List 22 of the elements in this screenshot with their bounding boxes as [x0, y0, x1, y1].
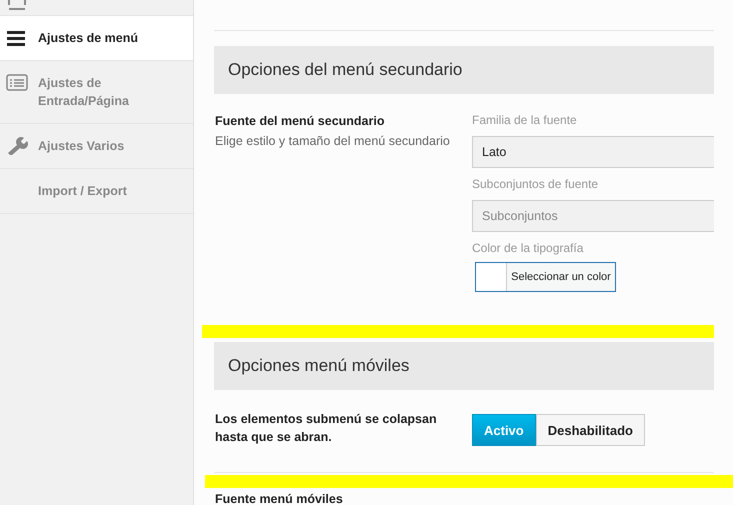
- font-subsets-select[interactable]: Subconjuntos: [472, 200, 714, 232]
- field-label: Familia de la fuente: [472, 112, 578, 128]
- sidebar-item[interactable]: Import / Export: [0, 169, 193, 214]
- font-family-select[interactable]: Lato: [472, 136, 714, 168]
- wrench-icon: [6, 137, 28, 155]
- toggle-option[interactable]: Deshabilitado: [536, 414, 645, 446]
- sidebar-item[interactable]: Ajustes de menú: [0, 16, 193, 61]
- layout-icon: [6, 0, 28, 13]
- setting-description: Elige estilo y tamaño del menú secundario: [215, 134, 451, 148]
- section-header: Opciones del menú secundario: [214, 46, 714, 94]
- toggle-option[interactable]: Activo: [472, 414, 536, 446]
- field-label: Color de la tipografía: [472, 240, 584, 256]
- setting-label: Los elementos submenú se colapsan hasta que se abran.: [215, 411, 438, 446]
- menu-icon: [6, 29, 28, 47]
- field-label: Subconjuntos de fuente: [472, 176, 600, 192]
- list-icon: [6, 74, 28, 92]
- sidebar-item[interactable]: Ajustes Varios: [0, 124, 193, 169]
- section-header: Opciones menú móviles: [214, 342, 714, 390]
- sidebar-item[interactable]: Ajustes de Entrada/Página: [0, 61, 193, 124]
- setting-label: Fuente del menú secundario: [215, 113, 386, 130]
- color-picker-button[interactable]: Seleccionar un color: [475, 262, 616, 292]
- setting-label: Fuente menú móviles: [215, 491, 344, 505]
